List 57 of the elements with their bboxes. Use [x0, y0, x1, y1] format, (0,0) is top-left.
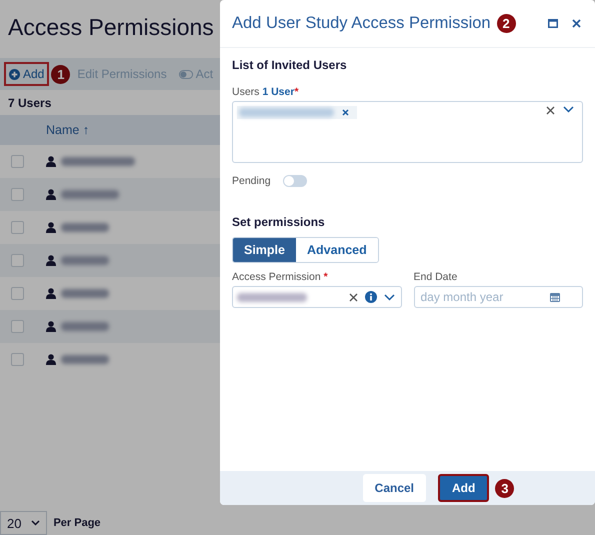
chevron-down-icon[interactable]	[384, 294, 394, 300]
maximize-icon[interactable]	[548, 19, 558, 28]
blurred-name	[61, 223, 109, 232]
per-page-select[interactable]: 20	[0, 511, 48, 535]
blurred-name	[61, 190, 119, 199]
section-heading: List of Invited Users	[232, 58, 348, 72]
toggle-icon	[178, 70, 193, 78]
field-label: End Date	[414, 271, 458, 283]
end-date-field[interactable]: day month year	[414, 286, 583, 308]
clear-icon[interactable]	[546, 106, 555, 115]
user-icon	[46, 189, 56, 200]
toolbar-button[interactable]: Add	[4, 62, 50, 86]
blurred-name	[61, 322, 109, 331]
users-field[interactable]	[232, 101, 583, 163]
blurred-name	[61, 256, 109, 265]
row-checkbox[interactable]	[10, 254, 24, 267]
calendar-icon[interactable]	[550, 292, 560, 302]
blurred-name	[61, 289, 109, 298]
row-checkbox[interactable]	[10, 221, 24, 234]
callout-badge: 2	[496, 14, 516, 33]
chevron-down-icon	[31, 520, 40, 526]
remove-icon[interactable]	[342, 109, 349, 116]
column-header[interactable]: Name ↑	[34, 123, 90, 137]
pending-label: Pending	[232, 175, 271, 187]
blurred-name	[61, 355, 109, 364]
clear-icon[interactable]	[348, 292, 358, 302]
chevron-down-icon[interactable]	[563, 106, 574, 113]
user-count: 7 Users	[7, 95, 52, 112]
close-icon[interactable]	[572, 19, 581, 28]
user-icon	[46, 222, 56, 233]
user-icon	[46, 354, 56, 365]
callout-badge: 3	[495, 478, 514, 498]
callout-badge: 1	[51, 64, 70, 84]
per-page-label: Per Page	[53, 517, 101, 529]
plus-circle-icon	[9, 68, 20, 80]
dialog-button[interactable]: Cancel	[362, 474, 426, 502]
required-mark: *	[324, 271, 328, 283]
user-icon	[46, 255, 56, 266]
row-checkbox[interactable]	[10, 353, 24, 366]
dialog-button[interactable]: Add	[438, 474, 490, 502]
info-icon[interactable]	[364, 291, 376, 303]
row-checkbox[interactable]	[10, 155, 24, 168]
pending-switch[interactable]	[282, 175, 307, 187]
field-label: Access Permission *	[232, 271, 329, 283]
user-icon	[46, 288, 56, 299]
row-checkbox[interactable]	[10, 320, 24, 333]
required-mark: *	[294, 86, 299, 98]
row-checkbox[interactable]	[10, 287, 24, 300]
row-checkbox[interactable]	[10, 188, 24, 201]
section-heading: Set permissions	[232, 215, 326, 229]
field-label: Users 1 User*	[232, 86, 300, 98]
page-title: Access Permissions	[8, 14, 214, 42]
dialog-title: Add User Study Access Permission	[232, 14, 491, 33]
user-icon	[46, 156, 56, 167]
mode-tab[interactable]: Simple	[233, 238, 296, 262]
user-icon	[46, 321, 56, 332]
access-permission-select[interactable]	[232, 286, 402, 308]
